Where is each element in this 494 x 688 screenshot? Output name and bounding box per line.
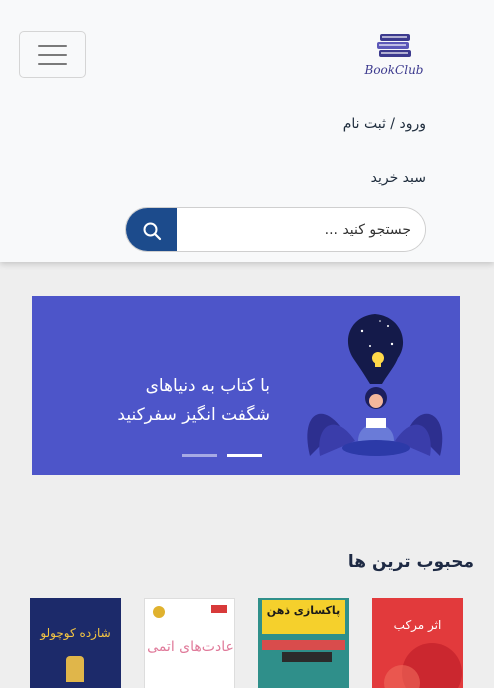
banner-line-1: با کتاب به دنیاهای (145, 376, 270, 396)
book-card[interactable]: عادت‌های اتمی (144, 598, 235, 688)
hamburger-line (38, 44, 67, 47)
menu-toggle-button[interactable] (19, 31, 86, 78)
book-title: پاکسازی ذهن (266, 604, 341, 617)
reading-woman-illustration (307, 314, 443, 456)
carousel-indicators (182, 454, 262, 457)
book-title: شازده کوچولو (40, 626, 111, 640)
books-stack-icon (377, 34, 411, 57)
brand-name: BookClub (364, 63, 424, 77)
navbar: BookClub ورود / ثبت نام سبد خرید (0, 0, 494, 262)
login-register-link[interactable]: ورود / ثبت نام (343, 116, 426, 132)
book-card[interactable]: شازده کوچولو (30, 598, 121, 688)
cart-link[interactable]: سبد خرید (371, 170, 426, 186)
book-card[interactable]: پاکسازی ذهن (258, 598, 349, 688)
brand-logo[interactable]: BookClub (362, 30, 426, 82)
search-bar (125, 207, 426, 252)
book-title: عادت‌های اتمی (147, 639, 234, 655)
section-title: محبوب ترین ها (347, 552, 474, 572)
hero-banner[interactable]: با کتاب به دنیاهای شگفت انگیز سفرکنید (32, 296, 460, 475)
carousel-indicator-1[interactable] (182, 454, 217, 457)
banner-caption: با کتاب به دنیاهای شگفت انگیز سفرکنید (117, 372, 270, 430)
search-input[interactable] (177, 208, 425, 251)
book-card[interactable]: اثر مرکب (372, 598, 463, 688)
search-button[interactable] (126, 208, 177, 251)
book-title: اثر مرکب (393, 618, 442, 632)
hamburger-line (38, 62, 67, 65)
carousel-indicator-2[interactable] (227, 454, 262, 457)
hamburger-line (38, 53, 67, 56)
banner-line-2: شگفت انگیز سفرکنید (117, 405, 270, 425)
search-icon (143, 222, 161, 240)
